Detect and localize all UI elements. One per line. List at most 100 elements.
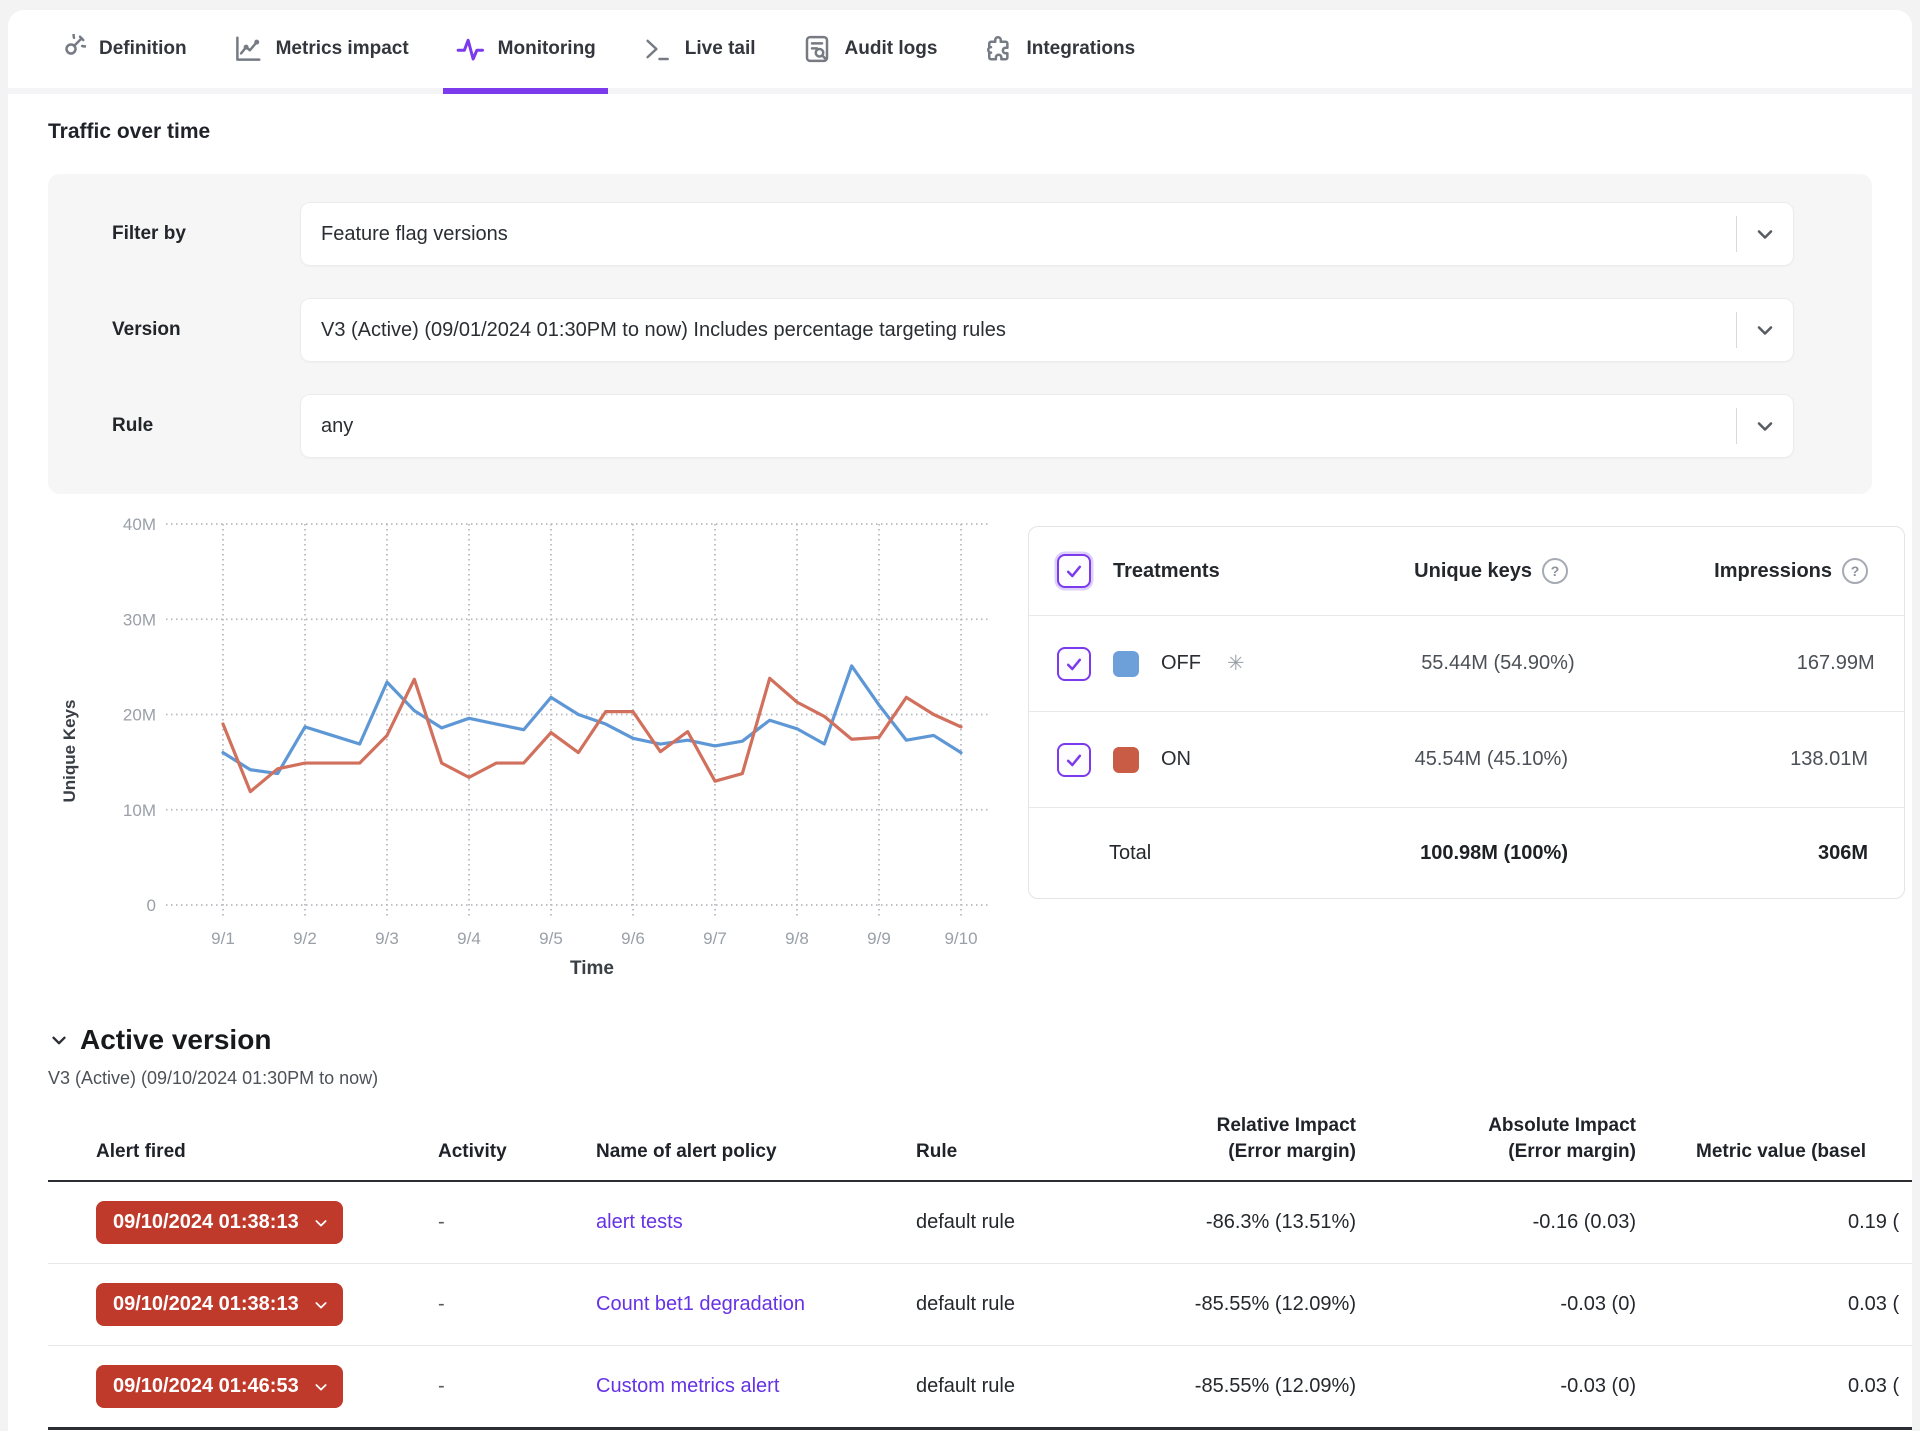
terminal-icon	[642, 34, 672, 64]
svg-text:0: 0	[147, 896, 156, 915]
activity-cell: -	[438, 1211, 596, 1234]
total-label: Total	[1057, 842, 1151, 865]
rule-cell: default rule	[916, 1211, 1136, 1234]
filter-by-select[interactable]: Feature flag versions	[300, 202, 1794, 266]
filter-by-value: Feature flag versions	[321, 223, 1736, 246]
filter-by-label: Filter by	[112, 223, 300, 245]
alert-policy-link[interactable]: alert tests	[596, 1211, 683, 1233]
svg-text:9/7: 9/7	[703, 929, 727, 948]
treatment-row-on: ON 45.54M (45.10%) 138.01M	[1029, 712, 1904, 808]
version-select[interactable]: V3 (Active) (09/01/2024 01:30PM to now) …	[300, 298, 1794, 362]
unique-keys-value: 45.54M (45.10%)	[1415, 748, 1568, 771]
active-version-header[interactable]: Active version	[48, 1024, 1872, 1056]
tab-label: Audit logs	[845, 38, 938, 60]
alert-row: 09/10/2024 01:46:53 - Custom metrics ale…	[48, 1346, 1912, 1430]
alerts-table: Alert fired Activity Name of alert polic…	[48, 1113, 1912, 1430]
alert-row: 09/10/2024 01:38:13 - Count bet1 degrada…	[48, 1264, 1912, 1346]
svg-text:20M: 20M	[123, 706, 156, 725]
activity-pulse-icon	[455, 34, 485, 64]
active-version-subtitle: V3 (Active) (09/10/2024 01:30PM to now)	[48, 1068, 1872, 1089]
alert-fired-badge[interactable]: 09/10/2024 01:38:13	[96, 1283, 343, 1326]
treatments-header: Treatments Unique keys ? Impressions ?	[1029, 527, 1904, 616]
metric-value-cell: 0.03 (	[1656, 1293, 1912, 1316]
relative-impact-cell: -86.3% (13.51%)	[1136, 1211, 1376, 1234]
col-activity: Activity	[438, 1139, 596, 1165]
svg-text:30M: 30M	[123, 610, 156, 629]
treatments-panel: Treatments Unique keys ? Impressions ?	[1028, 526, 1905, 899]
tab-label: Integrations	[1026, 38, 1135, 60]
tab-live-tail[interactable]: Live tail	[634, 10, 764, 88]
chevron-down-icon	[313, 1379, 329, 1395]
svg-text:9/2: 9/2	[293, 929, 317, 948]
treatment-off-checkbox[interactable]	[1057, 647, 1091, 681]
page-title: Traffic over time	[48, 120, 1872, 144]
svg-text:9/3: 9/3	[375, 929, 399, 948]
svg-text:9/1: 9/1	[211, 929, 235, 948]
rule-select[interactable]: any	[300, 394, 1794, 458]
traffic-chart-section: Unique Keys 010M20M30M40M9/19/29/39/49/5…	[48, 506, 1872, 1006]
default-treatment-icon: ✳	[1227, 651, 1245, 676]
chevron-down-icon	[313, 1215, 329, 1231]
rule-label: Rule	[112, 415, 300, 437]
svg-text:9/9: 9/9	[867, 929, 891, 948]
chevron-down-icon	[1736, 312, 1793, 348]
tab-label: Definition	[99, 38, 187, 60]
impressions-value: 167.99M	[1797, 652, 1875, 675]
alert-fired-badge[interactable]: 09/10/2024 01:46:53	[96, 1365, 343, 1408]
treatment-name: ON	[1161, 748, 1191, 771]
alert-policy-link[interactable]: Custom metrics alert	[596, 1375, 779, 1397]
treatments-select-all-checkbox[interactable]	[1057, 554, 1091, 588]
target-edit-icon	[56, 34, 86, 64]
filter-row-version: Version V3 (Active) (09/01/2024 01:30PM …	[112, 298, 1794, 362]
tab-metrics-impact[interactable]: Metrics impact	[225, 10, 417, 88]
tab-label: Monitoring	[498, 38, 596, 60]
unique-keys-value: 55.44M (54.90%)	[1421, 652, 1574, 675]
tab-monitoring[interactable]: Monitoring	[447, 10, 604, 88]
alert-policy-link[interactable]: Count bet1 degradation	[596, 1293, 805, 1315]
help-icon[interactable]: ?	[1842, 558, 1868, 584]
chart-canvas: 010M20M30M40M9/19/29/39/49/59/69/79/89/9…	[48, 506, 1028, 966]
unique-keys-header: Unique keys	[1414, 560, 1532, 583]
total-unique-keys: 100.98M (100%)	[1420, 842, 1568, 865]
rule-cell: default rule	[916, 1293, 1136, 1316]
alerts-table-header: Alert fired Activity Name of alert polic…	[48, 1113, 1912, 1182]
impressions-value: 138.01M	[1790, 748, 1868, 771]
col-alert-fired: Alert fired	[48, 1139, 438, 1165]
metric-value-cell: 0.03 (	[1656, 1375, 1912, 1398]
on-series-swatch	[1113, 747, 1139, 773]
absolute-impact-cell: -0.03 (0)	[1376, 1375, 1656, 1398]
svg-text:9/4: 9/4	[457, 929, 481, 948]
tab-definition[interactable]: Definition	[48, 10, 195, 88]
x-axis-title: Time	[223, 958, 961, 980]
treatment-name: OFF	[1161, 652, 1201, 675]
main-card: Definition Metrics impact Monitoring Liv…	[8, 10, 1912, 1431]
active-version-title: Active version	[80, 1024, 271, 1056]
y-axis-title: Unique Keys	[60, 671, 80, 831]
metric-value-cell: 0.19 (	[1656, 1211, 1912, 1234]
tab-bar: Definition Metrics impact Monitoring Liv…	[8, 10, 1912, 94]
svg-text:9/8: 9/8	[785, 929, 809, 948]
activity-cell: -	[438, 1375, 596, 1398]
line-chart-icon	[233, 34, 263, 64]
traffic-line-chart: Unique Keys 010M20M30M40M9/19/29/39/49/5…	[48, 506, 1028, 1006]
document-search-icon	[802, 34, 832, 64]
treatments-header-label: Treatments	[1113, 560, 1220, 583]
treatment-on-checkbox[interactable]	[1057, 743, 1091, 777]
puzzle-icon	[983, 34, 1013, 64]
treatment-row-off: OFF ✳ 55.44M (54.90%) 167.99M	[1029, 616, 1904, 712]
chevron-down-icon	[1736, 216, 1793, 252]
svg-text:9/5: 9/5	[539, 929, 563, 948]
col-absolute-impact: Absolute Impact(Error margin)	[1376, 1113, 1656, 1164]
version-label: Version	[112, 319, 300, 341]
activity-cell: -	[438, 1293, 596, 1316]
help-icon[interactable]: ?	[1542, 558, 1568, 584]
tab-audit-logs[interactable]: Audit logs	[794, 10, 946, 88]
col-relative-impact: Relative Impact(Error margin)	[1136, 1113, 1376, 1164]
tab-integrations[interactable]: Integrations	[975, 10, 1143, 88]
rule-value: any	[321, 415, 1736, 438]
filter-row-filter-by: Filter by Feature flag versions	[112, 202, 1794, 266]
alert-fired-badge[interactable]: 09/10/2024 01:38:13	[96, 1201, 343, 1244]
col-rule: Rule	[916, 1139, 1136, 1165]
tab-label: Live tail	[685, 38, 756, 60]
relative-impact-cell: -85.55% (12.09%)	[1136, 1293, 1376, 1316]
